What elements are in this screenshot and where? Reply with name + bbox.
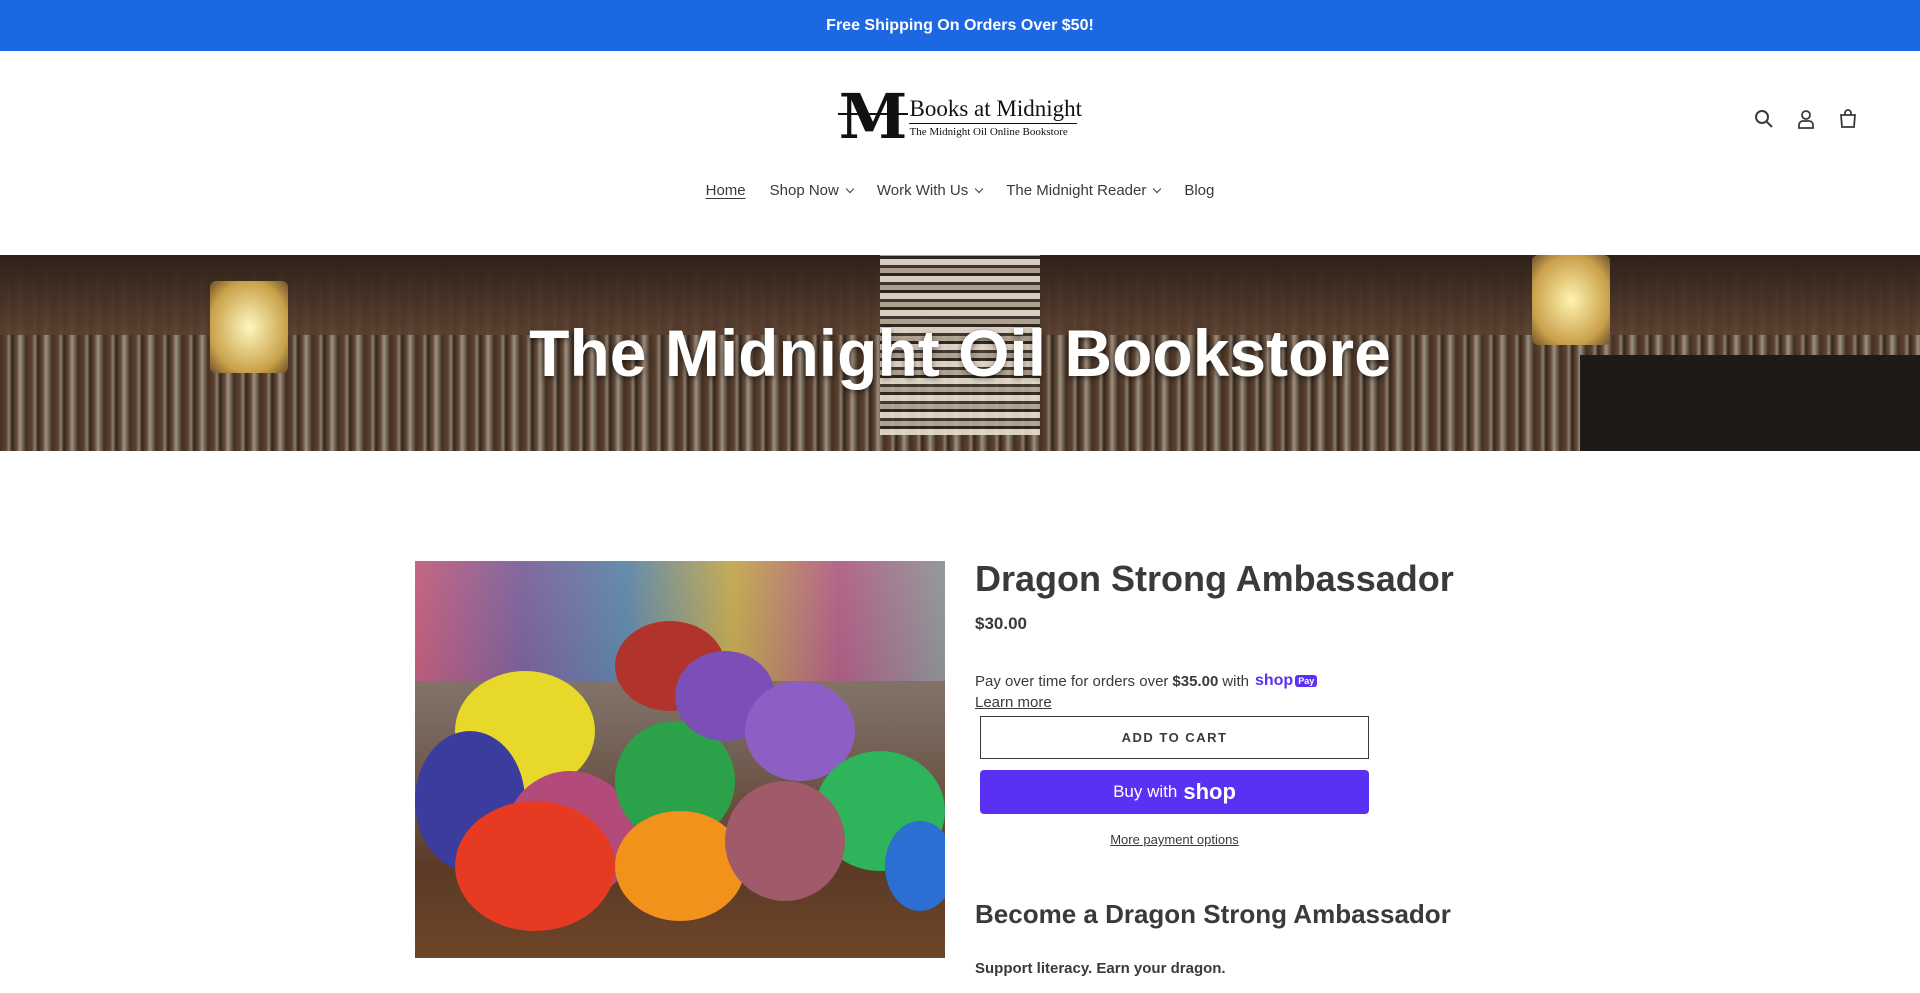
header-icons	[1752, 107, 1860, 131]
announcement-bar: Free Shipping On Orders Over $50!	[0, 0, 1920, 51]
section-heading: Become a Dragon Strong Ambassador	[975, 899, 1451, 929]
shop-logo: shop	[1183, 779, 1236, 804]
search-icon[interactable]	[1752, 107, 1776, 131]
logo-mark: M	[838, 80, 908, 153]
account-icon[interactable]	[1794, 107, 1818, 131]
chevron-down-icon	[1153, 184, 1162, 193]
chevron-down-icon	[845, 184, 855, 193]
logo-title: Books at Midnight	[909, 96, 1082, 122]
store-logo[interactable]: M Books at Midnight The Midnight Oil Onl…	[838, 83, 1082, 151]
nav-label: Blog	[1184, 182, 1215, 199]
installments-prefix: Pay over time for orders over	[975, 672, 1169, 690]
nav-item-midnight-reader[interactable]: The Midnight Reader	[994, 182, 1172, 199]
hero-banner: The Midnight Oil Bookstore	[0, 255, 1920, 451]
learn-more-link[interactable]: Learn more	[975, 694, 1052, 711]
announcement-text: Free Shipping On Orders Over $50!	[826, 16, 1094, 34]
nav-label: Home	[705, 182, 746, 199]
add-to-cart-button[interactable]: ADD TO CART	[980, 716, 1369, 759]
site-header: M Books at Midnight The Midnight Oil Onl…	[0, 51, 1920, 255]
chevron-down-icon	[975, 184, 984, 193]
section-tagline: Support literacy. Earn your dragon.	[975, 960, 1226, 977]
nav-label: Shop Now	[769, 182, 839, 199]
add-to-cart-label: ADD TO CART	[1121, 730, 1228, 745]
buy-with-shop-button[interactable]: Buy with shop	[980, 770, 1369, 814]
nav-item-home[interactable]: Home	[694, 182, 758, 199]
product-price: $30.00	[975, 614, 1027, 633]
installments-amount: $35.00	[1172, 672, 1219, 690]
main-nav: Home Shop Now Work With Us The Midnight …	[0, 182, 1920, 199]
product-image[interactable]	[415, 561, 945, 958]
shop-pay-badge: Pay	[1295, 675, 1318, 687]
logo-subtitle: The Midnight Oil Online Bookstore	[909, 125, 1068, 138]
logo-letter: M	[838, 80, 908, 153]
installments-message: Pay over time for orders over $35.00 wit…	[975, 672, 1318, 690]
nav-label: Work With Us	[876, 182, 969, 199]
nav-item-work-with-us[interactable]: Work With Us	[865, 182, 994, 199]
hero-title: The Midnight Oil Bookstore	[529, 316, 1391, 390]
shop-logo: shop	[1254, 672, 1294, 689]
nav-item-blog[interactable]: Blog	[1172, 182, 1226, 199]
nav-label: The Midnight Reader	[1006, 182, 1147, 199]
buy-with-label: Buy with	[1113, 782, 1178, 801]
cart-icon[interactable]	[1836, 107, 1860, 131]
nav-item-shop-now[interactable]: Shop Now	[758, 182, 865, 199]
installments-suffix: with	[1222, 672, 1249, 690]
product-title: Dragon Strong Ambassador	[975, 558, 1454, 599]
more-payment-options-link[interactable]: More payment options	[980, 832, 1369, 847]
